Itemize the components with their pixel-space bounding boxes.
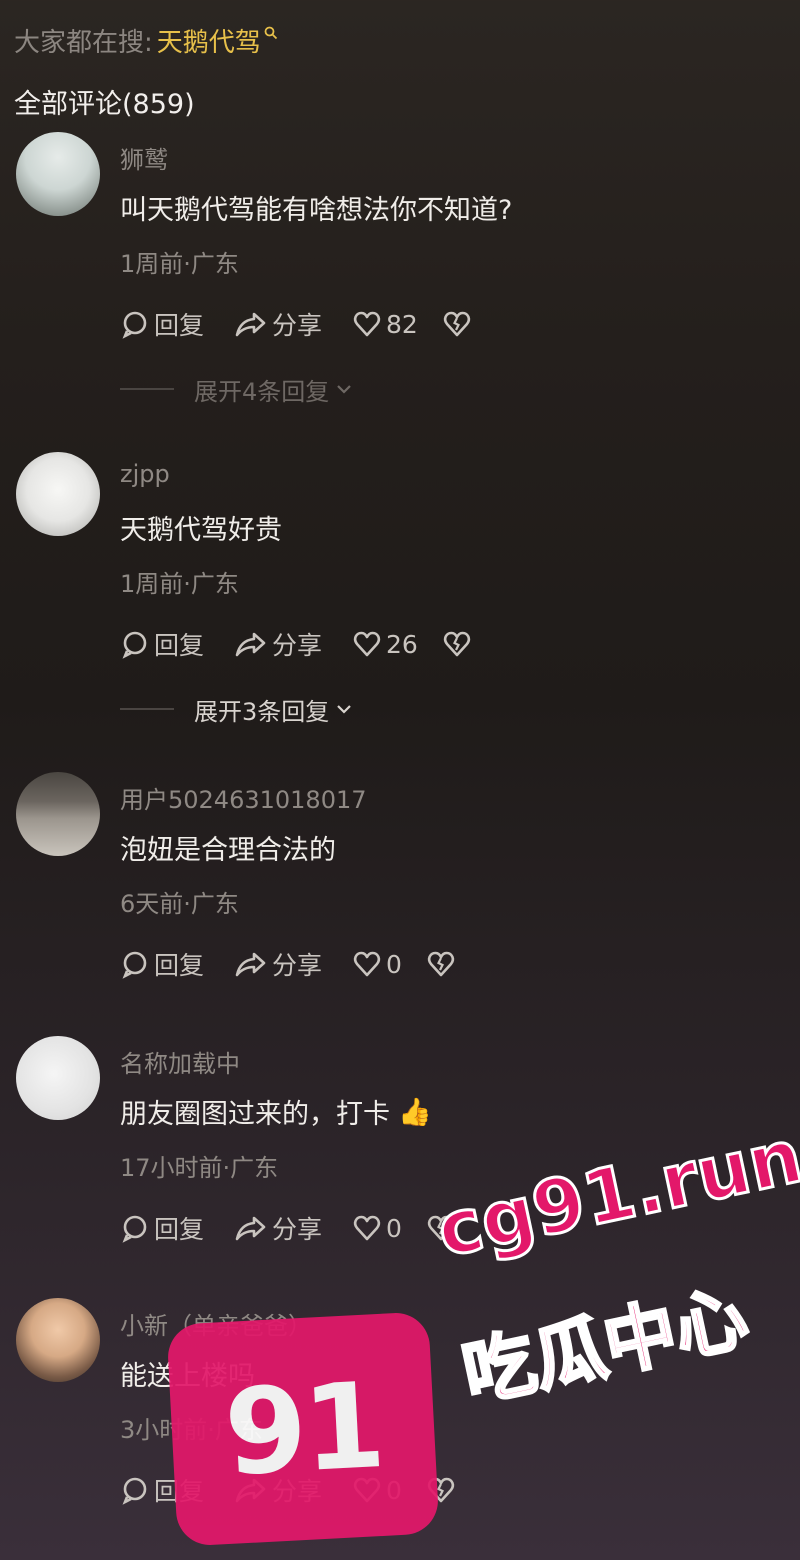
comment-actions: 回复 分享 0	[120, 944, 490, 984]
like-button[interactable]: 26	[352, 629, 418, 659]
reply-button[interactable]: 回复	[120, 306, 204, 342]
share-button[interactable]: 分享	[234, 626, 322, 662]
expand-replies-label: 展开4条回复	[194, 377, 330, 406]
share-button[interactable]: 分享	[234, 1210, 322, 1246]
broken-heart-icon	[427, 951, 455, 977]
like-count: 0	[386, 1213, 402, 1243]
share-arrow-icon	[235, 952, 266, 977]
comment-meta: 1周前·广东	[120, 570, 239, 598]
dislike-button[interactable]	[426, 949, 460, 979]
heart-icon	[353, 951, 381, 977]
reply-button[interactable]: 回复	[120, 1210, 204, 1246]
divider-line	[120, 708, 174, 710]
comment-meta: 1周前·广东	[120, 250, 239, 278]
comment-bubble-icon	[122, 311, 147, 339]
reply-label: 回复	[154, 631, 205, 660]
like-button[interactable]: 0	[352, 1213, 402, 1243]
comment-username[interactable]: 狮鹫	[120, 140, 168, 175]
watermark-number: 91	[221, 1356, 385, 1502]
share-label: 分享	[272, 1215, 323, 1244]
chevron-down-icon	[337, 385, 352, 394]
share-label: 分享	[272, 951, 323, 980]
expand-replies-button[interactable]: 展开3条回复	[120, 692, 353, 726]
comment-actions: 回复 分享 26	[120, 624, 506, 664]
like-button[interactable]: 0	[352, 949, 402, 979]
comment-username[interactable]: 用户5024631018017	[120, 780, 367, 815]
comment-text: 泡妞是合理合法的	[120, 835, 336, 866]
dislike-button[interactable]	[442, 629, 476, 659]
search-suggestion-prefix: 大家都在搜:	[14, 27, 153, 58]
expand-replies-label: 展开3条回复	[194, 697, 330, 726]
comment-item: zjpp 天鹅代驾好贵 1周前·广东 回复 分享 26 展开3条回复	[0, 452, 800, 752]
reply-label: 回复	[154, 311, 205, 340]
comment-meta: 17小时前·广东	[120, 1154, 279, 1182]
search-suggestion-keyword[interactable]: 天鹅代驾	[157, 22, 261, 59]
reply-label: 回复	[154, 951, 205, 980]
avatar[interactable]	[16, 452, 100, 536]
heart-icon	[353, 311, 381, 337]
share-label: 分享	[272, 311, 323, 340]
share-arrow-icon	[235, 632, 266, 657]
comment-username[interactable]: 名称加载中	[120, 1044, 240, 1079]
share-button[interactable]: 分享	[234, 306, 322, 342]
comments-count-header: 全部评论(859)	[14, 89, 195, 120]
comment-bubble-icon	[122, 631, 147, 659]
comment-text: 叫天鹅代驾能有啥想法你不知道?	[120, 195, 513, 226]
divider-line	[120, 388, 174, 390]
expand-replies-button[interactable]: 展开4条回复	[120, 372, 353, 406]
reply-button[interactable]: 回复	[120, 946, 204, 982]
share-arrow-icon	[235, 1216, 266, 1241]
avatar[interactable]	[16, 132, 100, 216]
search-suggestion[interactable]: 大家都在搜: 天鹅代驾	[14, 20, 278, 60]
reply-button[interactable]: 回复	[120, 626, 204, 662]
chevron-down-icon	[337, 705, 352, 714]
dislike-button[interactable]	[442, 309, 476, 339]
like-count: 26	[386, 629, 418, 659]
heart-icon	[353, 1215, 381, 1241]
comment-item: 狮鹫 叫天鹅代驾能有啥想法你不知道? 1周前·广东 回复 分享 82 展开4条回…	[0, 132, 800, 432]
comment-meta: 6天前·广东	[120, 890, 239, 918]
comment-item: 用户5024631018017 泡妞是合理合法的 6天前·广东 回复 分享 0	[0, 772, 800, 1072]
like-button[interactable]: 82	[352, 309, 418, 339]
comment-text: 朋友圈图过来的，打卡 👍	[120, 1092, 432, 1131]
comment-actions: 回复 分享 82	[120, 304, 506, 344]
avatar[interactable]	[16, 1036, 100, 1120]
like-count: 0	[386, 949, 402, 979]
heart-icon	[353, 631, 381, 657]
share-arrow-icon	[235, 312, 266, 337]
comment-bubble-icon	[122, 951, 147, 979]
comment-text: 天鹅代驾好贵	[120, 515, 282, 546]
avatar[interactable]	[16, 772, 100, 856]
like-count: 82	[386, 309, 418, 339]
comment-text-content: 朋友圈图过来的，打卡	[120, 1099, 390, 1130]
share-button[interactable]: 分享	[234, 946, 322, 982]
comment-username[interactable]: zjpp	[120, 460, 170, 488]
comment-bubble-icon	[122, 1215, 147, 1243]
comment-bubble-icon	[122, 1477, 147, 1505]
thumbs-up-emoji: 👍	[398, 1096, 432, 1128]
broken-heart-icon	[443, 631, 470, 657]
reply-label: 回复	[154, 1215, 205, 1244]
broken-heart-icon	[443, 311, 470, 337]
search-icon	[264, 26, 277, 40]
avatar[interactable]	[16, 1298, 100, 1382]
share-label: 分享	[272, 631, 323, 660]
watermark-logo: 91	[166, 1311, 440, 1547]
